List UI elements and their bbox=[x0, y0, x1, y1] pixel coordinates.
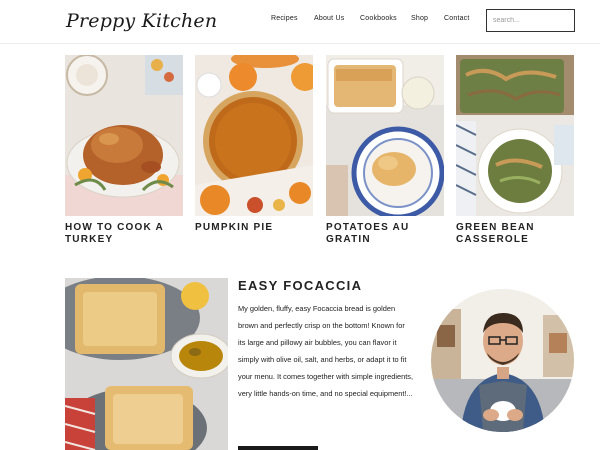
recipe-title-potatoes-au-gratin[interactable]: POTATOES AU GRATIN bbox=[326, 222, 444, 246]
recipe-title-turkey[interactable]: HOW TO COOK A TURKEY bbox=[65, 222, 183, 246]
nav-recipes[interactable]: Recipes bbox=[271, 15, 298, 22]
nav-about-us[interactable]: About Us bbox=[314, 15, 344, 22]
potatoes-au-gratin-image[interactable] bbox=[326, 55, 444, 216]
recipe-card-turkey[interactable]: HOW TO COOK A TURKEY bbox=[65, 55, 183, 246]
site-header: Preppy Kitchen Recipes About Us Cookbook… bbox=[0, 0, 600, 44]
site-logo[interactable]: Preppy Kitchen bbox=[66, 10, 217, 32]
feature-title[interactable]: EASY FOCACCIA bbox=[238, 278, 362, 293]
recipe-card-pumpkin-pie[interactable]: PUMPKIN PIE bbox=[195, 55, 313, 234]
focaccia-image[interactable] bbox=[65, 278, 228, 450]
search-input[interactable] bbox=[486, 9, 575, 32]
nav-contact[interactable]: Contact bbox=[444, 15, 470, 22]
author-avatar bbox=[431, 289, 574, 432]
read-more-button[interactable] bbox=[238, 446, 318, 450]
turkey-image[interactable] bbox=[65, 55, 183, 216]
recipe-card-potatoes-au-gratin[interactable]: POTATOES AU GRATIN bbox=[326, 55, 444, 246]
pumpkin-pie-image[interactable] bbox=[195, 55, 313, 216]
feature-description: My golden, fluffy, easy Focaccia bread i… bbox=[238, 304, 413, 398]
green-bean-casserole-image[interactable] bbox=[456, 55, 574, 216]
recipe-card-green-bean-casserole[interactable]: GREEN BEAN CASSEROLE bbox=[456, 55, 574, 246]
nav-shop[interactable]: Shop bbox=[411, 15, 428, 22]
recipe-title-green-bean-casserole[interactable]: GREEN BEAN CASSEROLE bbox=[456, 222, 574, 246]
nav-cookbooks[interactable]: Cookbooks bbox=[360, 15, 397, 22]
recipe-title-pumpkin-pie[interactable]: PUMPKIN PIE bbox=[195, 222, 313, 234]
